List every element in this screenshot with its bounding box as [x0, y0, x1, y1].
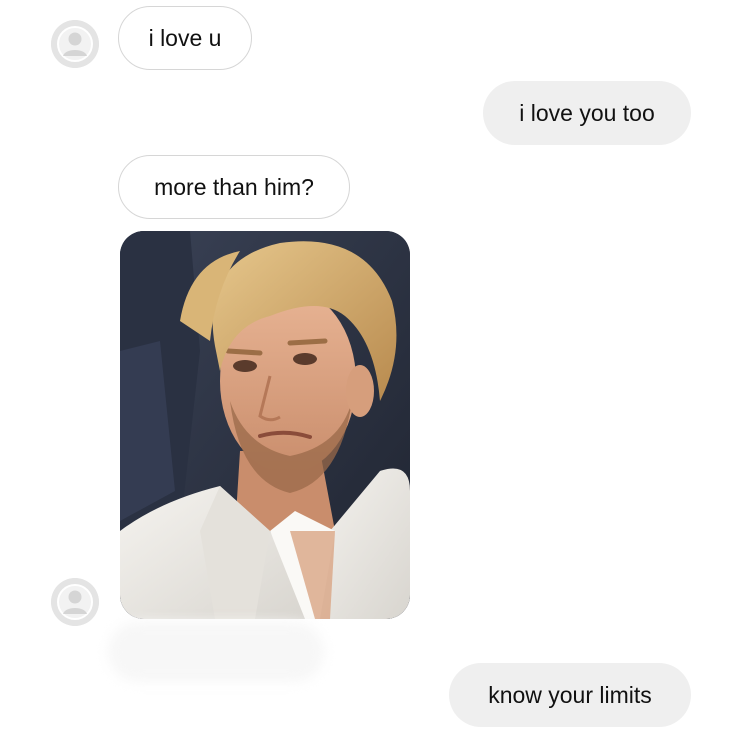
contact-avatar-icon[interactable]	[51, 578, 99, 626]
message-text: know your limits	[488, 681, 652, 708]
message-text: i love you too	[519, 99, 655, 126]
outgoing-message-bubble[interactable]: i love you too	[483, 81, 691, 145]
message-text: i love u	[148, 24, 222, 51]
incoming-message-bubble[interactable]: more than him?	[118, 155, 350, 219]
incoming-message-bubble[interactable]: i love u	[118, 6, 252, 70]
message-text: more than him?	[154, 173, 314, 200]
photo-image	[120, 231, 410, 619]
contact-avatar-icon[interactable]	[51, 20, 99, 68]
blurred-message-bubble	[108, 622, 324, 682]
photo-message[interactable]	[120, 231, 410, 619]
outgoing-message-bubble[interactable]: know your limits	[449, 663, 691, 727]
